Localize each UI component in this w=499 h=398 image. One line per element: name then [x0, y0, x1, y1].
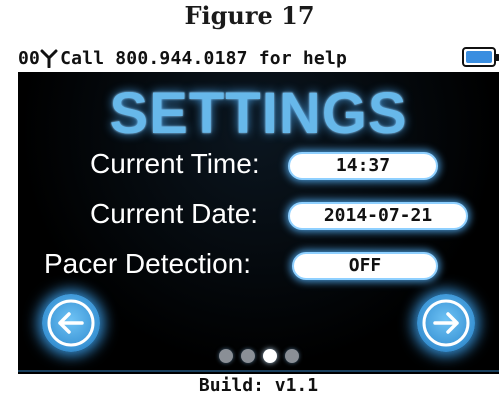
figure-caption: Figure 17 — [184, 1, 315, 30]
device-display: 00 Call 800.944.0187 for help SETTINGS C… — [18, 44, 499, 398]
arrow-left-icon — [47, 299, 95, 347]
signal-strength-text: 00 — [18, 47, 41, 69]
page-indicator — [213, 346, 313, 366]
battery-fill — [466, 51, 492, 63]
status-bar: 00 Call 800.944.0187 for help — [18, 44, 499, 72]
pacer-detection-toggle[interactable]: OFF — [292, 252, 438, 280]
page-dot — [285, 349, 299, 363]
current-date-field[interactable]: 2014-07-21 — [288, 202, 468, 230]
page-title: SETTINGS — [109, 81, 408, 146]
pacer-detection-label: Pacer Detection: — [44, 248, 251, 279]
current-time-field[interactable]: 14:37 — [288, 152, 438, 180]
battery-icon — [462, 47, 499, 67]
build-version: Build: v1.1 — [18, 374, 499, 398]
page-dot — [219, 349, 233, 363]
previous-button[interactable] — [42, 294, 100, 352]
current-date-label: Current Date: — [90, 198, 259, 229]
page: Figure 17 00 Call 800.944.0187 for help … — [0, 0, 499, 398]
help-message: Call 800.944.0187 for help — [60, 47, 348, 69]
page-dot — [241, 349, 255, 363]
current-time-label: Current Time: — [90, 148, 260, 179]
antenna-signal-icon — [40, 48, 58, 69]
arrow-right-icon — [422, 299, 470, 347]
page-dot-active — [263, 349, 277, 363]
next-button[interactable] — [417, 294, 475, 352]
settings-screen: SETTINGS Current Time: 14:37 Current Dat… — [18, 72, 499, 372]
